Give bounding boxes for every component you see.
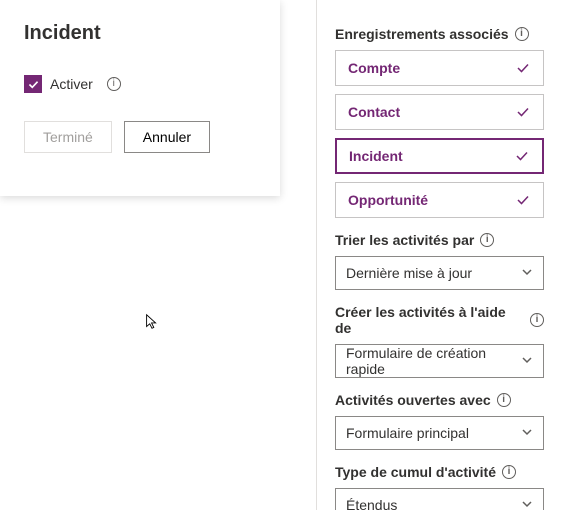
sort-activities-select[interactable]: Dernière mise à jour	[335, 256, 544, 290]
sort-activities-label: Trier les activités par i	[335, 232, 544, 248]
info-icon[interactable]: i	[515, 27, 529, 41]
chevron-down-icon	[521, 425, 533, 441]
button-row: Terminé Annuler	[24, 121, 256, 153]
associated-records-label: Enregistrements associés i	[335, 26, 544, 42]
select-value: Formulaire principal	[346, 425, 469, 441]
rollup-type-label-text: Type de cumul d'activité	[335, 464, 496, 480]
chevron-down-icon	[521, 265, 533, 281]
mouse-cursor-icon	[143, 313, 161, 331]
create-activities-label: Créer les activités à l'aide de i	[335, 304, 544, 336]
checkmark-icon	[515, 104, 531, 120]
checkmark-icon	[515, 60, 531, 76]
record-item-compte[interactable]: Compte	[335, 50, 544, 86]
create-activities-select[interactable]: Formulaire de création rapide	[335, 344, 544, 378]
cancel-button[interactable]: Annuler	[124, 121, 210, 153]
incident-dialog: Incident Activer i Terminé Annuler	[0, 0, 280, 196]
info-icon[interactable]: i	[502, 465, 516, 479]
rollup-type-select[interactable]: Étendus	[335, 488, 544, 510]
record-item-label: Opportunité	[348, 192, 428, 208]
record-item-label: Incident	[349, 148, 403, 164]
record-item-incident[interactable]: Incident	[335, 138, 544, 174]
record-item-opportunite[interactable]: Opportunité	[335, 182, 544, 218]
activate-label: Activer	[50, 76, 93, 92]
rollup-type-label: Type de cumul d'activité i	[335, 464, 544, 480]
open-activities-label: Activités ouvertes avec i	[335, 392, 544, 408]
activate-row: Activer i	[24, 75, 256, 93]
open-activities-select[interactable]: Formulaire principal	[335, 416, 544, 450]
checkmark-icon	[514, 148, 530, 164]
activate-checkbox[interactable]	[24, 75, 42, 93]
record-item-contact[interactable]: Contact	[335, 94, 544, 130]
checkmark-icon	[515, 192, 531, 208]
done-button: Terminé	[24, 121, 112, 153]
chevron-down-icon	[521, 497, 533, 510]
record-item-label: Contact	[348, 104, 400, 120]
info-icon[interactable]: i	[497, 393, 511, 407]
select-value: Dernière mise à jour	[346, 265, 472, 281]
info-icon[interactable]: i	[480, 233, 494, 247]
record-item-label: Compte	[348, 60, 400, 76]
open-activities-label-text: Activités ouvertes avec	[335, 392, 491, 408]
associated-records-label-text: Enregistrements associés	[335, 26, 509, 42]
page-title: Incident	[24, 22, 256, 45]
select-value: Étendus	[346, 497, 397, 510]
info-icon[interactable]: i	[530, 313, 544, 327]
info-icon[interactable]: i	[107, 77, 121, 91]
select-value: Formulaire de création rapide	[346, 345, 521, 377]
chevron-down-icon	[521, 353, 533, 369]
sort-activities-label-text: Trier les activités par	[335, 232, 474, 248]
create-activities-label-text: Créer les activités à l'aide de	[335, 304, 524, 336]
settings-panel: Enregistrements associés i Compte Contac…	[316, 0, 562, 510]
